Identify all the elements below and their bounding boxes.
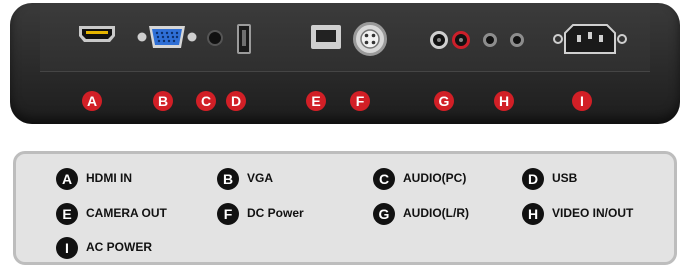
legend-label: VGA [247, 171, 274, 185]
legend-badge: B [217, 168, 239, 190]
vga-port-icon [137, 26, 197, 48]
legend-badge: F [217, 203, 239, 225]
audio-left-rca-icon [430, 31, 448, 49]
callout-i: I [572, 91, 592, 111]
legend-label: USB [552, 171, 578, 185]
callout-a: A [82, 91, 102, 111]
ac-power-socket-icon [553, 24, 627, 54]
video-in-jack-icon [483, 33, 497, 47]
legend-badge: H [522, 203, 544, 225]
legend-label: DC Power [247, 206, 304, 220]
legend-label: AC POWER [86, 240, 152, 254]
legend-badge: A [56, 168, 78, 190]
legend-badge: D [522, 168, 544, 190]
legend-badge: G [373, 203, 395, 225]
legend-label: CAMERA OUT [86, 206, 167, 220]
callout-g: G [434, 91, 454, 111]
usb-port-icon [237, 24, 251, 54]
video-out-jack-icon [510, 33, 524, 47]
callout-d: D [226, 91, 246, 111]
legend-label: AUDIO(PC) [403, 171, 467, 185]
port-legend: A HDMI IN B VGA C AUDIO(PC) D USB E CAME… [13, 151, 677, 265]
audio-right-rca-icon [452, 31, 470, 49]
legend-badge: I [56, 237, 78, 259]
legend-label: VIDEO IN/OUT [552, 206, 634, 220]
legend-label: HDMI IN [86, 171, 132, 185]
callout-h: H [494, 91, 514, 111]
legend-label: AUDIO(L/R) [403, 206, 469, 220]
callout-e: E [306, 91, 326, 111]
callout-c: C [196, 91, 216, 111]
legend-badge: C [373, 168, 395, 190]
dc-power-port-icon [353, 22, 387, 56]
device-rear-panel: A B C D E F G H I [10, 3, 680, 124]
callout-b: B [153, 91, 173, 111]
audio-pc-jack-icon [207, 30, 223, 46]
legend-badge: E [56, 203, 78, 225]
hdmi-port-icon [79, 26, 115, 42]
camera-out-port-icon [311, 25, 341, 49]
callout-f: F [350, 91, 370, 111]
